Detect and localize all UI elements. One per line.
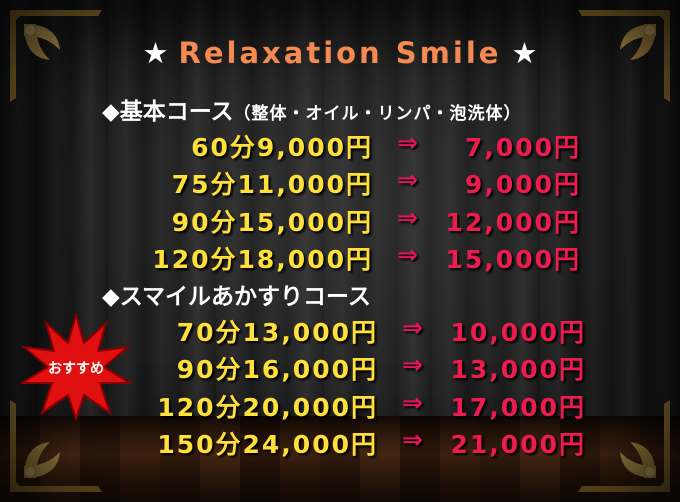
basic-course-price-row: 75分11,000円 ⇒ 9,000円	[0, 165, 680, 199]
basic-course-heading: ◆基本コース（整体・オイル・リンパ・泡洗体）	[102, 92, 522, 126]
regular-price: 90分16,000円	[176, 355, 378, 384]
discount-price: 21,000円	[450, 430, 586, 459]
discount-price: 7,000円	[464, 133, 581, 162]
arrow-icon: ⇒	[397, 128, 420, 157]
discount-price: 17,000円	[450, 393, 586, 422]
shop-title: ★ Relaxation Smile ★	[0, 36, 680, 70]
basic-course-price-row: 90分15,000円 ⇒ 12,000円	[0, 203, 680, 237]
smile-course-price-row: 150分24,000円 ⇒ 21,000円	[0, 425, 680, 459]
regular-price: 75分11,000円	[171, 170, 373, 199]
discount-price: 15,000円	[445, 245, 581, 274]
arrow-icon: ⇒	[402, 313, 425, 342]
arrow-icon: ⇒	[402, 350, 425, 379]
arrow-icon: ⇒	[397, 240, 420, 269]
regular-price: 150分24,000円	[157, 430, 378, 459]
discount-price: 10,000円	[450, 318, 586, 347]
basic-course-price-row: 120分18,000円 ⇒ 15,000円	[0, 240, 680, 274]
basic-course-price-row: 60分9,000円 ⇒ 7,000円	[0, 128, 680, 162]
regular-price: 90分15,000円	[171, 208, 373, 237]
basic-course-title: ◆基本コース	[102, 99, 234, 125]
regular-price: 60分9,000円	[191, 133, 373, 162]
price-board: ★ Relaxation Smile ★ ◆基本コース（整体・オイル・リンパ・泡洗体…	[0, 0, 680, 502]
discount-price: 13,000円	[450, 355, 586, 384]
star-icon: ★	[142, 36, 169, 70]
discount-price: 12,000円	[445, 208, 581, 237]
recommended-label: おすすめ	[48, 361, 104, 377]
arrow-icon: ⇒	[397, 165, 420, 194]
arrow-icon: ⇒	[402, 388, 425, 417]
star-icon: ★	[511, 36, 538, 70]
smile-course-heading: ◆スマイルあかすりコース	[102, 284, 371, 310]
regular-price: 120分20,000円	[157, 393, 378, 422]
regular-price: 120分18,000円	[152, 245, 373, 274]
arrow-icon: ⇒	[397, 203, 420, 232]
shop-name: Relaxation Smile	[178, 36, 502, 70]
recommended-badge: おすすめ	[18, 311, 134, 423]
arrow-icon: ⇒	[402, 425, 425, 454]
discount-price: 9,000円	[464, 170, 581, 199]
regular-price: 70分13,000円	[176, 318, 378, 347]
basic-course-subtitle: （整体・オイル・リンパ・泡洗体）	[233, 104, 522, 124]
